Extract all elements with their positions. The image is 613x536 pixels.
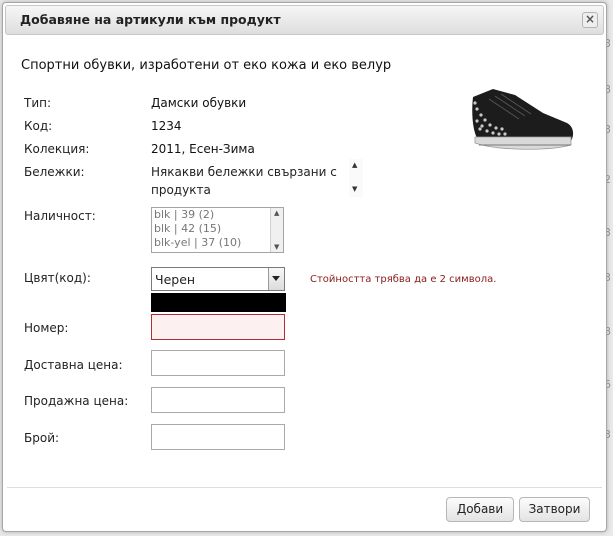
scroll-up-icon[interactable]: ▲ — [352, 161, 357, 169]
color-dropdown-button[interactable] — [268, 268, 284, 290]
delivery-price-input[interactable] — [151, 350, 285, 376]
add-button[interactable]: Добави — [446, 497, 514, 522]
type-label: Тип: — [24, 96, 52, 110]
availability-option[interactable]: blk | 39 (2) — [152, 208, 283, 222]
notes-label: Бележки: — [24, 165, 85, 179]
type-value: Дамски обувки — [151, 96, 247, 110]
scroll-down-icon[interactable]: ▼ — [352, 185, 357, 193]
code-label: Код: — [24, 119, 53, 133]
color-label: Цвят(код): — [24, 271, 91, 285]
code-value: 1234 — [151, 119, 182, 133]
add-items-dialog: Добавяне на артикули към продукт × Спорт… — [2, 2, 607, 532]
notes-text: Някакви бележки свързани с продукта — [151, 165, 337, 197]
scroll-up-icon[interactable]: ▲ — [274, 209, 279, 217]
number-input[interactable] — [151, 314, 285, 340]
availability-scrollbar[interactable]: ▲ ▼ — [270, 208, 283, 252]
availability-option[interactable]: blk-yel | 37 (10) — [152, 236, 283, 250]
dialog-titlebar[interactable]: Добавяне на артикули към продукт × — [5, 5, 604, 35]
color-error-message: Стойността трябва да е 2 символа. — [310, 274, 497, 285]
color-swatch — [151, 293, 286, 312]
sale-price-input[interactable] — [151, 387, 285, 413]
availability-listbox[interactable]: blk | 39 (2) blk | 42 (15) blk-yel | 37 … — [151, 207, 284, 253]
close-icon[interactable]: × — [582, 12, 598, 28]
number-label: Номер: — [24, 321, 69, 335]
sale-price-label: Продажна цена: — [24, 394, 129, 408]
color-selected-value: Черен — [155, 272, 196, 287]
delivery-price-label: Доставна цена: — [24, 358, 123, 372]
quantity-label: Брой: — [24, 431, 60, 445]
availability-label: Наличност: — [24, 209, 96, 223]
collection-label: Колекция: — [24, 142, 90, 156]
color-select[interactable]: Черен — [151, 267, 285, 291]
chevron-down-icon — [272, 276, 280, 281]
close-button[interactable]: Затвори — [519, 497, 590, 522]
collection-value: 2011, Есен-Зима — [151, 142, 255, 156]
footer-divider — [7, 487, 602, 488]
notes-scrollbar[interactable]: ▲ ▼ — [349, 159, 363, 197]
product-name: Спортни обувки, изработени от еко кожа и… — [21, 58, 392, 73]
scroll-down-icon[interactable]: ▼ — [274, 243, 279, 251]
quantity-input[interactable] — [151, 424, 285, 450]
availability-option[interactable]: blk | 42 (15) — [152, 222, 283, 236]
dialog-title: Добавяне на артикули към продукт — [20, 12, 281, 27]
sneaker-image — [472, 89, 574, 150]
